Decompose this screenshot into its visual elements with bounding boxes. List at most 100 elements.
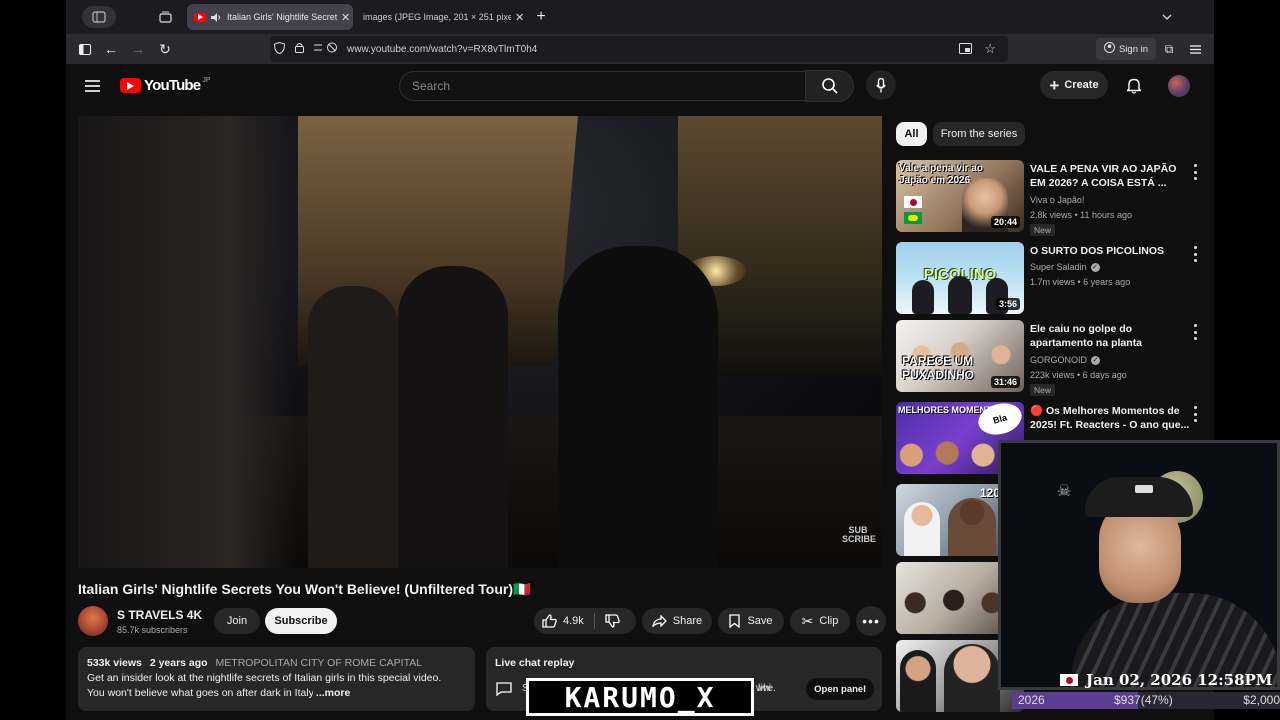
more-options-icon[interactable] [1192, 164, 1198, 180]
permissions-icon[interactable] [313, 42, 339, 56]
like-divider [593, 613, 595, 629]
video-title[interactable]: 🔴 Os Melhores Momentos de 2025! Ft. Reac… [1030, 404, 1194, 432]
video-thumbnail[interactable]: Vale a pena vir ao Japão em 2026 20:44 [896, 160, 1024, 232]
close-tab-icon[interactable]: ✕ [341, 11, 350, 24]
tab-strip: Italian Girls' Nightlife Secrets You Won… [66, 0, 1214, 34]
url-text[interactable]: www.youtube.com/watch?v=RX8vTlmT0h4 [347, 44, 537, 55]
dislike-button[interactable] [605, 614, 620, 628]
back-arrow-icon[interactable]: ← [102, 40, 120, 58]
speaker-icon[interactable] [211, 12, 221, 22]
youtube-favicon [194, 12, 206, 22]
notifications-bell-icon[interactable] [1124, 76, 1144, 96]
channel-name[interactable]: Viva o Japão! [1030, 195, 1084, 205]
recommendation-item[interactable]: PICOLINO 3:56 O SURTO DOS PICOLINOS Supe… [896, 242, 1206, 314]
subscribe-button[interactable]: Subscribe [265, 608, 337, 634]
tab-youtube[interactable]: Italian Girls' Nightlife Secrets You Won… [187, 4, 353, 30]
lock-icon[interactable] [295, 42, 304, 56]
search-input[interactable]: Search [399, 71, 807, 101]
person-silhouette [308, 286, 398, 568]
description-line-2: You won't believe what goes on after dar… [87, 687, 350, 699]
duration-badge: 20:44 [990, 216, 1020, 228]
duration-badge: 3:56 [995, 298, 1020, 310]
tab-label: images (JPEG Image, 201 × 251 pixels) [363, 12, 511, 22]
video-player[interactable]: SUB SCRIBE [78, 116, 882, 568]
video-title[interactable]: VALE A PENA VIR AO JAPÃO EM 2026? A COIS… [1030, 162, 1194, 190]
webcam-overlay: ☠ [998, 440, 1280, 690]
video-title[interactable]: Ele caiu no golpe do apartamento na plan… [1030, 322, 1194, 350]
guide-menu-icon[interactable] [82, 76, 102, 96]
video-title[interactable]: O SURTO DOS PICOLINOS [1030, 244, 1194, 258]
bookmark-star-icon[interactable]: ☆ [984, 41, 996, 57]
more-actions-button[interactable]: ••• [856, 606, 886, 636]
goal-target: $2,000 [1243, 693, 1280, 707]
video-thumbnail[interactable]: PARECE UM PUXADINHO 31:46 [896, 320, 1024, 392]
avatar[interactable] [1168, 75, 1190, 97]
japan-flag-icon [1060, 674, 1078, 686]
chat-bubble-icon [496, 682, 512, 701]
search-placeholder: Search [412, 79, 451, 93]
video-thumbnail[interactable]: PICOLINO 3:56 [896, 242, 1024, 314]
chip-all[interactable]: All [896, 122, 927, 146]
recommendation-item[interactable]: PARECE UM PUXADINHO 31:46 Ele caiu no go… [896, 320, 1206, 396]
sidebar-toggle-icon[interactable] [82, 6, 116, 28]
tab-overview-icon[interactable] [156, 8, 174, 26]
channel-name[interactable]: Super Saladin ✓ [1030, 262, 1100, 272]
chip-series-label: From the series [940, 128, 1018, 140]
thumbs-down-icon [605, 614, 620, 628]
shield-icon[interactable] [273, 41, 286, 57]
open-panel-label: Open panel [814, 683, 866, 695]
verified-check-icon: ✓ [1091, 355, 1101, 365]
location-link[interactable]: METROPOLITAN CITY OF ROME CAPITAL [216, 657, 423, 669]
live-chat-text-tail: live. [758, 683, 776, 694]
sign-in-button[interactable]: Sign in [1096, 38, 1156, 60]
search-icon [821, 78, 838, 94]
donation-goal-bar: 2026 $937(47%) $2,000 [1012, 692, 1280, 709]
microphone-icon [876, 77, 886, 92]
extensions-icon[interactable]: ⧉ [1160, 40, 1178, 58]
show-more-link[interactable]: ...more [316, 687, 350, 699]
streamer-cap [1085, 477, 1193, 517]
tab-image[interactable]: images (JPEG Image, 201 × 251 pixels) ✕ [357, 4, 525, 30]
share-button[interactable]: Share [642, 608, 712, 634]
new-tab-icon[interactable]: + [532, 8, 550, 26]
description-box[interactable]: 533k views 2 years ago METROPOLITAN CITY… [78, 647, 475, 711]
more-options-icon[interactable] [1192, 246, 1198, 262]
channel-avatar[interactable] [78, 606, 108, 636]
verified-check-icon: ✓ [1090, 262, 1100, 272]
subscribe-label: Subscribe [274, 615, 328, 627]
view-meta: 2.8k views • 11 hours ago [1030, 210, 1133, 220]
person-silhouette [558, 246, 718, 568]
save-button[interactable]: Save [718, 608, 784, 634]
subscribe-watermark[interactable]: SUB SCRIBE [842, 526, 876, 544]
clip-button[interactable]: ✂ Clip [790, 608, 850, 634]
more-horizontal-icon: ••• [862, 613, 880, 629]
forward-arrow-icon[interactable]: → [129, 40, 147, 58]
recommendation-item[interactable]: Vale a pena vir ao Japão em 2026 20:44 V… [896, 160, 1206, 236]
channel-name-text: GORGONOID [1030, 355, 1088, 365]
reload-icon[interactable]: ↻ [156, 40, 174, 58]
account-icon [1103, 42, 1115, 56]
picture-in-picture-icon[interactable] [959, 43, 972, 57]
cap-logo [1135, 485, 1153, 493]
search-button[interactable] [805, 70, 854, 102]
stream-date-text: Jan 02, 2026 12:58PM [1086, 671, 1273, 689]
channel-name[interactable]: GORGONOID ✓ [1030, 355, 1101, 365]
app-menu-icon[interactable] [1186, 40, 1204, 58]
more-options-icon[interactable] [1192, 324, 1198, 340]
channel-name[interactable]: S TRAVELS 4K [117, 608, 202, 622]
like-button[interactable]: 4.9k [542, 614, 584, 628]
more-options-icon[interactable] [1192, 406, 1198, 422]
list-tabs-icon[interactable] [1158, 8, 1176, 26]
youtube-logo[interactable]: YouTube JP [120, 77, 211, 94]
join-button[interactable]: Join [214, 608, 260, 634]
goal-year: 2026 [1018, 693, 1045, 707]
open-panel-button[interactable]: Open panel [806, 678, 874, 700]
close-tab-icon[interactable]: ✕ [515, 11, 524, 24]
create-button[interactable]: + Create [1040, 71, 1108, 99]
chip-from-the-series[interactable]: From the series [933, 122, 1025, 146]
voice-search-button[interactable] [866, 70, 896, 100]
streamer-watermark: KARUMO_X [526, 678, 754, 716]
sidebar-icon[interactable] [76, 40, 94, 58]
scissors-icon: ✂ [801, 612, 814, 629]
url-bar[interactable]: www.youtube.com/watch?v=RX8vTlmT0h4 ☆ [270, 36, 1008, 62]
